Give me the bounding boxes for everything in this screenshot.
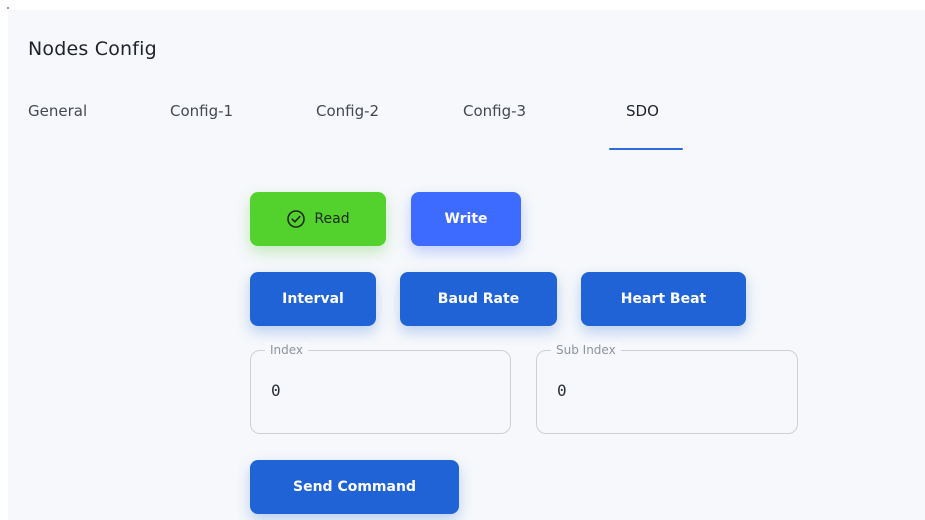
index-field: Index [250, 342, 511, 434]
tab-config-3[interactable]: Config-3 [463, 102, 526, 120]
index-input[interactable] [271, 381, 471, 400]
interval-button-label: Interval [282, 291, 344, 307]
active-tab-indicator [609, 148, 683, 150]
write-button[interactable]: Write [411, 192, 521, 246]
sub-index-field: Sub Index [536, 342, 798, 434]
corner-dot [7, 7, 9, 9]
heart-beat-button-label: Heart Beat [620, 291, 707, 307]
nodes-config-panel: Nodes Config General Config-1 Config-2 C… [8, 10, 925, 520]
send-command-button-label: Send Command [293, 479, 416, 495]
interval-button[interactable]: Interval [250, 272, 376, 326]
baud-rate-button-label: Baud Rate [437, 291, 520, 307]
write-button-label: Write [444, 211, 488, 227]
tab-config-2[interactable]: Config-2 [316, 102, 379, 120]
sub-index-input[interactable] [557, 381, 757, 400]
heart-beat-button[interactable]: Heart Beat [581, 272, 746, 326]
tab-config-1[interactable]: Config-1 [170, 102, 233, 120]
send-command-button[interactable]: Send Command [250, 460, 459, 514]
read-button-label: Read [314, 211, 350, 227]
tab-sdo[interactable]: SDO [626, 102, 659, 120]
page-title: Nodes Config [28, 38, 157, 60]
baud-rate-button[interactable]: Baud Rate [400, 272, 557, 326]
check-circle-icon [287, 210, 306, 228]
tab-general[interactable]: General [28, 102, 87, 120]
index-field-label: Index [265, 342, 309, 358]
read-button[interactable]: Read [250, 192, 386, 246]
tab-bar: General Config-1 Config-2 Config-3 SDO [8, 96, 925, 156]
sub-index-field-label: Sub Index [551, 342, 621, 358]
